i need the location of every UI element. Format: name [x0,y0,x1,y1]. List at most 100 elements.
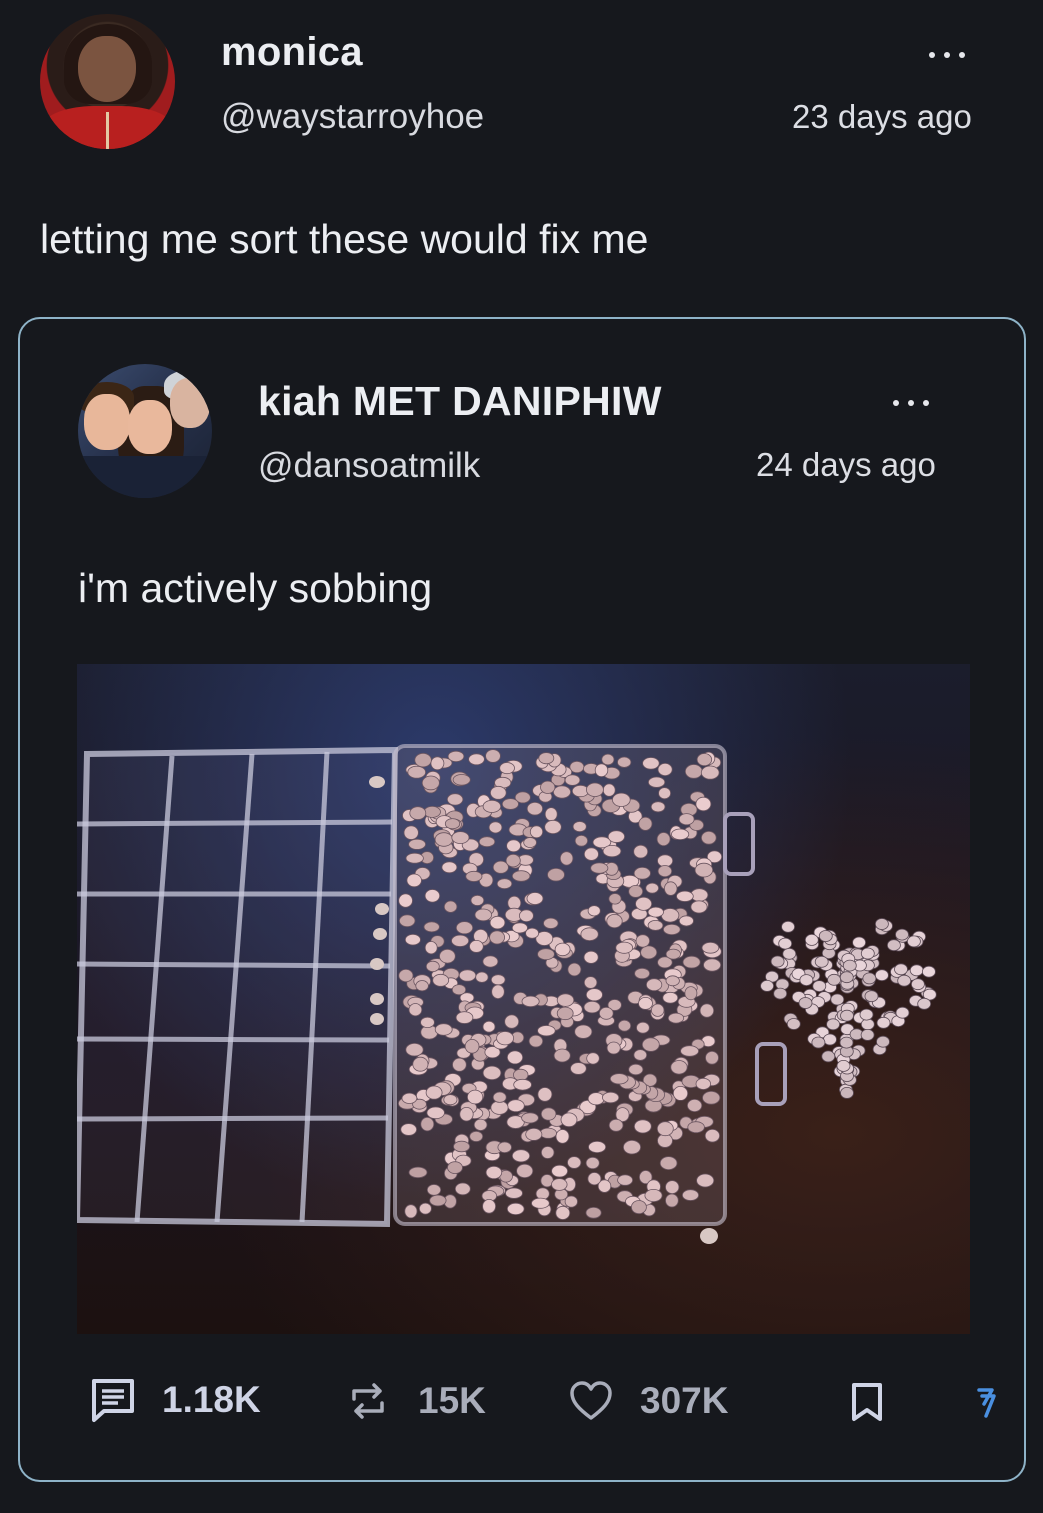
bead [665,1193,679,1208]
bead [574,835,588,847]
bead [798,997,813,1009]
bead [511,922,528,934]
bead [895,1006,910,1019]
bead [572,821,587,833]
bead [556,993,575,1007]
bead [781,920,795,933]
bead [556,1006,574,1021]
bead [497,1141,512,1154]
bead [662,923,681,935]
bead [786,1018,801,1030]
author-avatar[interactable] [40,14,175,149]
bead [525,1127,543,1141]
bead [821,1050,836,1063]
more-horizontal-icon[interactable] [929,45,965,65]
bead [778,937,793,950]
bead [814,955,829,968]
bead [642,757,660,770]
bead [531,1197,550,1209]
bead [640,945,658,960]
bead [840,1009,854,1022]
bead [678,915,694,927]
author-handle[interactable]: @waystarroyhoe [221,97,484,137]
bead [585,1206,602,1219]
bead [609,1073,629,1085]
bead [696,1173,715,1188]
bead [818,930,833,942]
bead [398,893,413,908]
repost-action[interactable]: 15K [348,1380,486,1422]
bead [922,965,936,978]
share-icon[interactable] [976,1382,998,1422]
quoted-author-avatar[interactable] [78,364,212,498]
bead [547,867,565,882]
bead [513,1078,532,1091]
comment-count: 1.18K [162,1379,261,1420]
bead [700,765,720,780]
bead [701,941,720,954]
bead [452,774,471,786]
bead [434,832,454,847]
bead [628,884,644,898]
bead [696,753,713,767]
bead [601,753,615,766]
bead [875,969,889,982]
bead [551,1164,569,1178]
bead [894,963,908,976]
bead [489,915,506,930]
bead [645,882,659,894]
bead [540,1107,557,1121]
bead [525,927,540,939]
bead [608,893,622,905]
bookmark-icon[interactable] [850,1382,884,1422]
bead [852,936,866,949]
bead [414,752,432,768]
bead [887,939,901,952]
bead [489,930,506,945]
bead [451,831,470,845]
bead [559,851,574,866]
bead [770,955,785,968]
post-photo[interactable] [77,664,970,1334]
repost-icon [352,1383,384,1419]
bead [684,986,698,1001]
bead [455,921,474,935]
bead [695,1077,712,1090]
bead [633,867,651,880]
bead [482,799,502,813]
bead [664,881,678,896]
bead [538,752,555,765]
bead [526,801,543,816]
bead [587,905,601,917]
quoted-more-horizontal-icon[interactable] [893,393,929,413]
bead [490,974,506,986]
bead [670,828,690,841]
bead [601,1091,620,1104]
bead [574,1024,593,1039]
bead [606,914,623,929]
bead [496,878,513,890]
bead [864,990,879,1003]
bead [645,978,663,992]
comment-action[interactable]: 1.18K [90,1377,261,1423]
bead [911,978,925,991]
bead [672,1085,689,1101]
bead [587,1092,605,1106]
bead [782,947,797,960]
bead [633,1119,652,1134]
quoted-author-handle[interactable]: @dansoatmilk [258,446,480,486]
like-action[interactable]: 307K [569,1380,728,1422]
bead [660,908,680,923]
bead [651,1003,665,1017]
bead [665,1180,680,1194]
bead [665,975,680,987]
bead [507,895,522,911]
bead [635,896,653,911]
bead [518,909,534,923]
bead [860,1018,875,1031]
bead [426,1184,442,1196]
bead [425,960,440,972]
quoted-author-name[interactable]: kiah MET DANIPHIW [258,378,662,425]
author-name[interactable]: monica [221,30,363,75]
bead [408,838,427,850]
